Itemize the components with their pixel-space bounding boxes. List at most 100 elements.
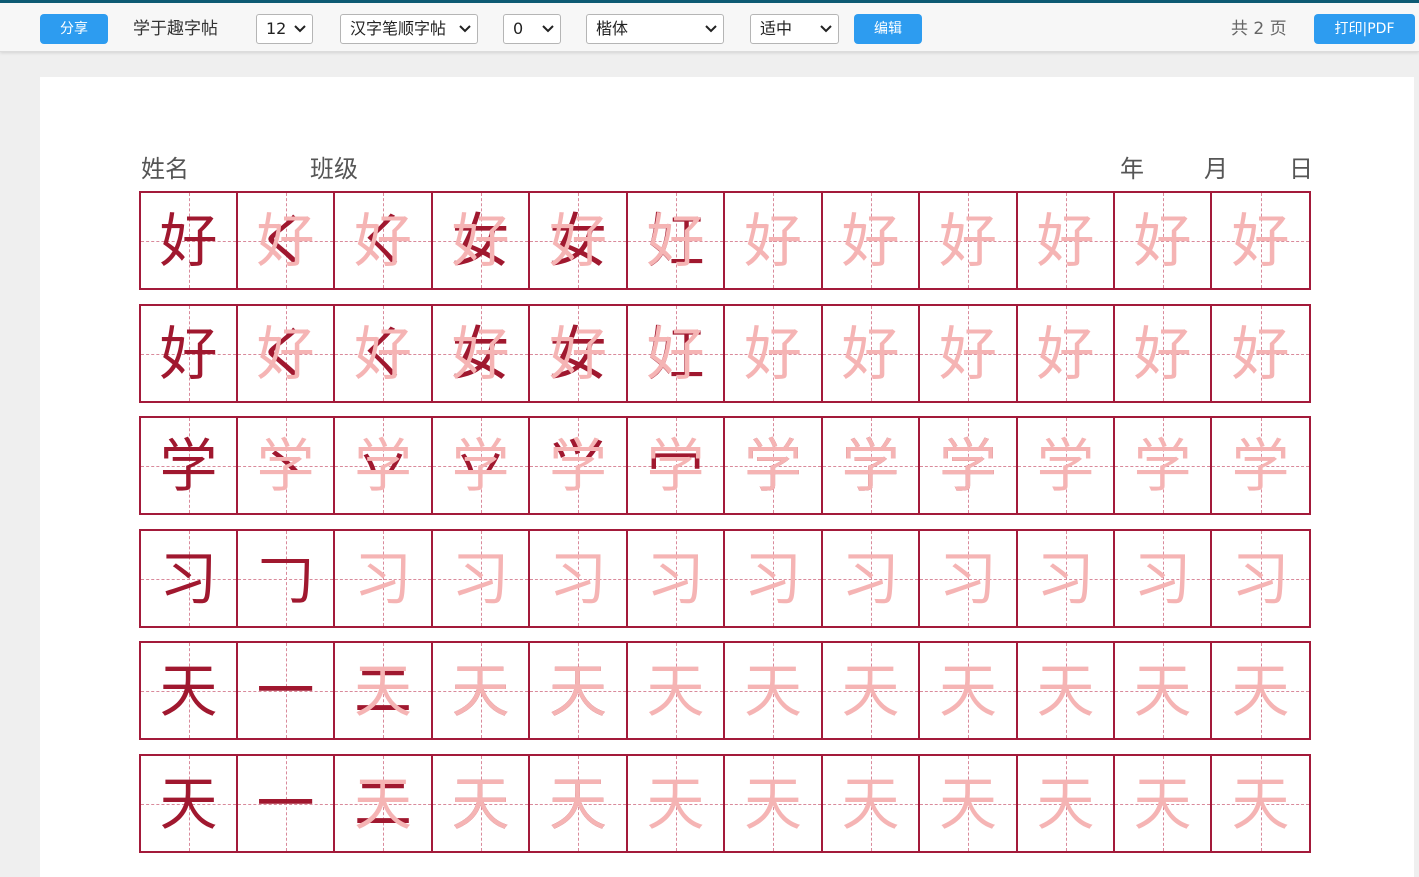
stroke-order-step: 学	[646, 431, 705, 500]
stroke-order-step: 学	[451, 431, 510, 500]
stroke-order-step: 学	[256, 431, 315, 500]
grid-cell: く好	[238, 193, 335, 288]
count-select-value: 0	[513, 19, 524, 38]
grid-cell: ⺍学	[530, 418, 628, 513]
trace-character: 天	[1133, 769, 1192, 838]
stroke-order-step	[238, 531, 333, 626]
grid-cell: 天天	[530, 756, 628, 851]
grid-cell: 学	[1212, 418, 1309, 513]
stroke-order-step: 天	[548, 769, 607, 838]
trace-character: 天	[1231, 769, 1290, 838]
grid-cell: 习	[725, 531, 823, 626]
model-character: 学	[159, 431, 218, 500]
site-title: 学于趣字帖	[133, 19, 218, 39]
grid-cell: 学学	[920, 418, 1018, 513]
practice-row: 好く好ㄑ好女好女好妅好好好好好好好	[139, 304, 1311, 403]
stroke-order-step: 好	[256, 319, 315, 388]
model-character: 好	[159, 319, 218, 388]
grid-cell: 女好	[530, 306, 628, 401]
stroke-order-step: 习	[353, 544, 412, 613]
chevron-down-icon	[542, 25, 554, 33]
type-select[interactable]: 汉字笔顺字帖	[340, 14, 478, 44]
grid-cell: 好	[1115, 306, 1212, 401]
grid-cell: 天	[141, 756, 238, 851]
stroke-order-step: 天	[353, 656, 412, 725]
stroke-order-step: 好	[646, 206, 705, 275]
share-button[interactable]: 分享	[40, 14, 108, 44]
name-label: 姓名	[141, 155, 189, 183]
grid-cell: 好	[920, 193, 1018, 288]
fit-select-value: 适中	[760, 19, 793, 38]
stroke-order-step: 学	[841, 431, 900, 500]
grid-cell: 天	[1212, 643, 1309, 738]
stroke-order-step: 好	[646, 319, 705, 388]
stroke-order-step: 好	[353, 206, 412, 275]
grid-cell: 习	[335, 531, 433, 626]
stroke-order-step: 好	[451, 206, 510, 275]
trace-character: 天	[938, 769, 997, 838]
stroke-order-step: 学	[938, 431, 997, 500]
trace-character: 习	[743, 544, 802, 613]
model-character: 好	[159, 206, 218, 275]
trace-character: 好	[1036, 206, 1095, 275]
trace-character: 天	[841, 769, 900, 838]
grid-cell: 习	[530, 531, 628, 626]
stroke-order-step: 学	[548, 431, 607, 500]
grid-cell: 习	[1212, 531, 1309, 626]
trace-character: 习	[548, 544, 607, 613]
grid-cell: 天	[1115, 756, 1212, 851]
grid-cell: 丶学	[238, 418, 335, 513]
stroke-order-step: 好	[743, 319, 802, 388]
size-select[interactable]: 12	[256, 14, 313, 44]
trace-character: 习	[1231, 544, 1290, 613]
grid-cell: 丷学	[433, 418, 530, 513]
grid-cell: 天	[823, 643, 920, 738]
grid-cell: 好	[1212, 193, 1309, 288]
grid-cell: 习	[920, 531, 1018, 626]
stroke-order-step	[238, 756, 333, 851]
grid-cell: 好	[725, 306, 823, 401]
grid-cell: 习	[823, 531, 920, 626]
size-select-value: 12	[266, 19, 287, 38]
trace-character: 好	[841, 319, 900, 388]
fit-select[interactable]: 适中	[750, 14, 839, 44]
chevron-down-icon	[459, 25, 471, 33]
type-select-value: 汉字笔顺字帖	[350, 19, 447, 38]
grid-cell: 天	[1018, 643, 1115, 738]
stroke-order-step: 学	[743, 431, 802, 500]
grid-cell: 天	[920, 756, 1018, 851]
trace-character: 天	[743, 656, 802, 725]
grid-cell: 二天	[335, 643, 433, 738]
practice-row: 学丶学丷学丷学⺍学冖学学学学学学学学学学	[139, 416, 1311, 515]
practice-row: 天一二天天天天天天天天天天天天	[139, 754, 1311, 853]
grid-cell: 天	[1115, 643, 1212, 738]
grid-cell: 好	[725, 193, 823, 288]
grid-cell: 好	[141, 193, 238, 288]
stroke-order-step: 学	[353, 431, 412, 500]
edit-button[interactable]: 编辑	[854, 14, 922, 44]
font-select-value: 楷体	[596, 19, 629, 38]
grid-cell: 习	[141, 531, 238, 626]
trace-character: 天	[743, 769, 802, 838]
grid-cell: 天	[1212, 756, 1309, 851]
trace-character: 天	[1036, 769, 1095, 838]
model-character: 习	[159, 544, 218, 613]
year-label: 年	[1120, 155, 1144, 183]
practice-row: 好く好ㄑ好女好女好妅好好好好好好好	[139, 191, 1311, 290]
page-count: 共 2 页	[1231, 19, 1287, 39]
grid-cell: 妅好	[628, 306, 725, 401]
grid-cell: 学	[141, 418, 238, 513]
trace-character: 好	[938, 319, 997, 388]
trace-character: 天	[1231, 656, 1290, 725]
count-select[interactable]: 0	[503, 14, 561, 44]
print-pdf-button[interactable]: 打印|PDF	[1314, 14, 1415, 44]
trace-character: 好	[841, 206, 900, 275]
grid-cell: 天天	[530, 643, 628, 738]
model-character: 天	[159, 769, 218, 838]
grid-cell: 天	[725, 643, 823, 738]
chevron-down-icon	[820, 25, 832, 33]
trace-character: 习	[1133, 544, 1192, 613]
font-select[interactable]: 楷体	[586, 14, 724, 44]
grid-cell: 女好	[433, 306, 530, 401]
grid-cell: 天	[628, 643, 725, 738]
